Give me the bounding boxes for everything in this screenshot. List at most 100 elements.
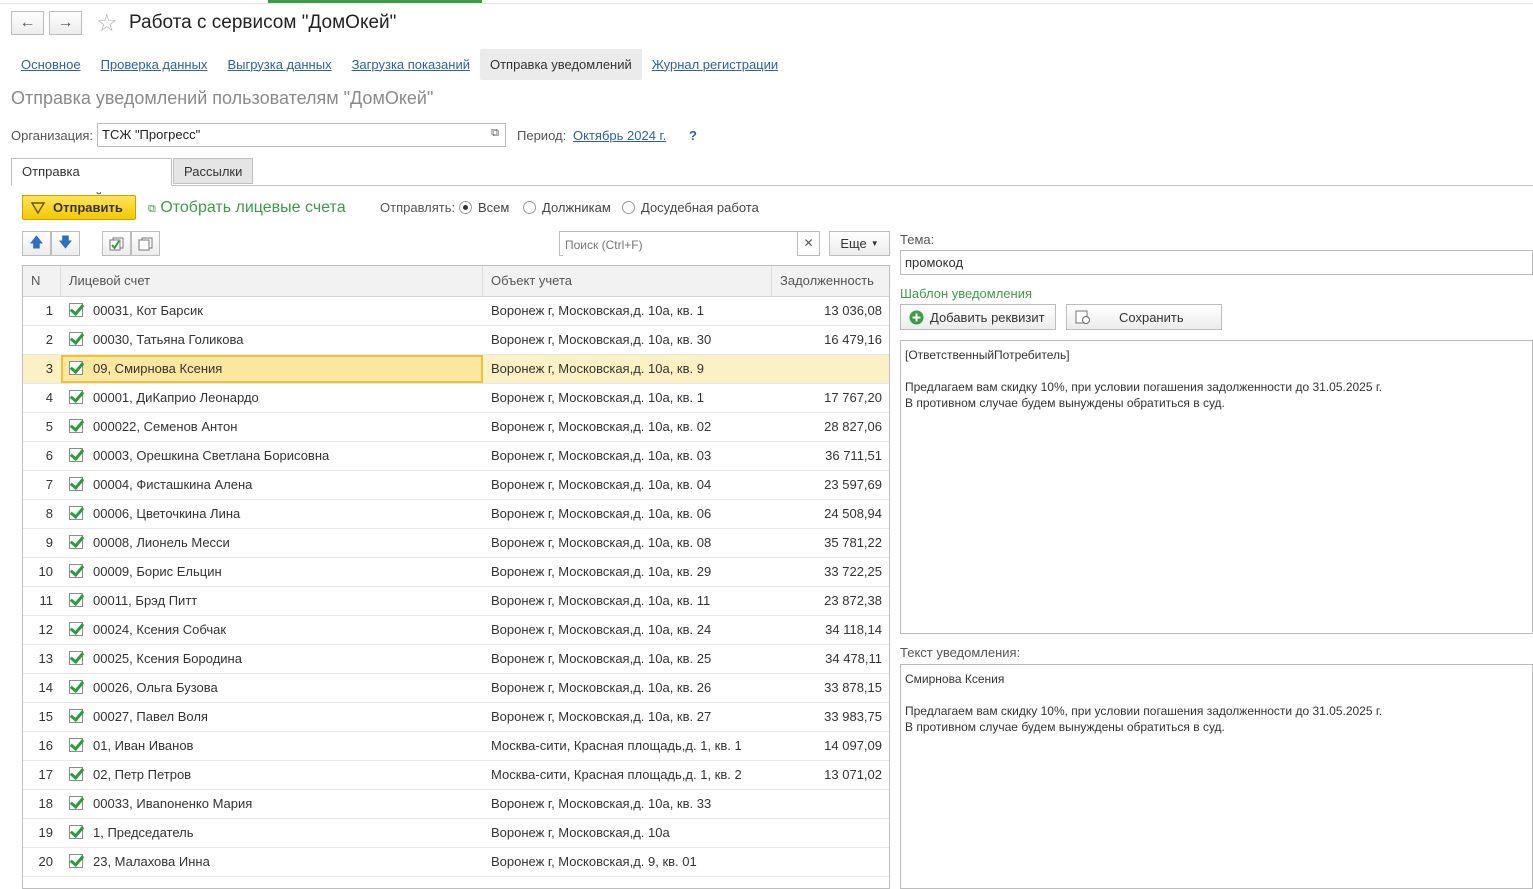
row-checkbox[interactable] [69,535,83,549]
forward-button[interactable]: → [49,11,82,35]
link-data-export[interactable]: Выгрузка данных [227,57,331,72]
move-down-button[interactable]: 🡇 [51,231,80,256]
account-cell[interactable]: 01, Иван Иванов [61,732,483,760]
check-all-button[interactable] [102,231,131,256]
table-row[interactable]: 15 00027, Павел Воля Воронеж г, Московская… [23,703,889,732]
table-row[interactable]: 11 00011, Брэд Питт Воронеж г, Московская,… [23,587,889,616]
table-row[interactable]: 10 00009, Борис Ельцин Воронеж г, Московск… [23,558,889,587]
account-cell[interactable]: 00027, Павел Воля [61,703,483,731]
radio-pretrial[interactable]: Досудебная работа [622,200,759,215]
account-cell[interactable]: 00033, Ивanoненко Мария [61,790,483,818]
link-main[interactable]: Основное [21,57,81,72]
radio-debtors[interactable]: Должникам [523,200,611,215]
row-checkbox[interactable] [69,738,83,752]
add-requisite-button[interactable]: Добавить реквизит [900,304,1056,330]
search-field[interactable]: ✕ [559,231,820,256]
account-cell[interactable]: 00031, Кот Барсик [61,297,483,325]
account-cell[interactable]: 1, Председатель [61,819,483,847]
account-cell[interactable]: 00030, Татьяна Голикова [61,326,483,354]
link-readings-import[interactable]: Загрузка показаний [352,57,470,72]
table-row[interactable]: 8 00006, Цветочкина Лина Воронеж г, Москов… [23,500,889,529]
uncheck-all-button[interactable] [131,231,160,256]
table-row[interactable]: 3 09, Смирнова Ксения Воронеж г, Московска… [23,355,889,384]
table-row[interactable]: 5 000022, Семенов Антон Воронеж г, Московс… [23,413,889,442]
radio-all[interactable]: Всем [459,200,509,215]
col-debt[interactable]: Задолженность [772,266,889,296]
row-checkbox[interactable] [69,680,83,694]
account-cell[interactable]: 23, Малахова Инна [61,848,483,876]
back-button[interactable]: ← [11,11,44,35]
table-row[interactable]: 9 00008, Лионель Месси Воронеж г, Московск… [23,529,889,558]
row-checkbox[interactable] [69,709,83,723]
search-input[interactable] [563,233,797,256]
favorite-star-icon[interactable]: ☆ [96,9,118,38]
account-cell[interactable]: 02, Петр Петров [61,761,483,789]
account-cell[interactable]: 09, Смирнова Ксения [61,355,483,383]
account-cell[interactable]: 00001, ДиКаприо Леонардо [61,384,483,412]
row-checkbox[interactable] [69,419,83,433]
accounts-table[interactable]: N Лицевой счет Объект учета Задолженност… [22,265,890,889]
send-button[interactable]: Отправить [22,195,136,220]
row-checkbox[interactable] [69,303,83,317]
tab-send-notifications[interactable]: Отправка уведомлений [11,158,172,205]
row-checkbox[interactable] [69,506,83,520]
row-checkbox[interactable] [69,796,83,810]
row-checkbox[interactable] [69,448,83,462]
account-cell[interactable]: 000022, Семенов Антон [61,413,483,441]
more-button[interactable]: Еще ▼ [829,231,890,256]
table-row[interactable]: 2 00030, Татьяна Голикова Воронеж г, Моско… [23,326,889,355]
table-row[interactable]: 19 1, Председатель Воронеж г, Московская,д… [23,819,889,848]
save-label: Сохранить [1119,309,1184,325]
table-row[interactable]: 13 00025, Ксения Бородина Воронеж г, Моско… [23,645,889,674]
table-row[interactable]: 1 00031, Кот Барсик Воронеж г, Московская,… [23,297,889,326]
account-cell[interactable]: 00009, Борис Ельцин [61,558,483,586]
table-row[interactable]: 12 00024, Ксения Собчак Воронеж г, Московс… [23,616,889,645]
open-icon[interactable]: ⧉ [487,127,503,143]
debt-cell: 33 878,15 [824,680,882,695]
link-notifications-active[interactable]: Отправка уведомлений [479,48,642,80]
row-checkbox[interactable] [69,332,83,346]
row-checkbox[interactable] [69,477,83,491]
save-button[interactable]: Сохранить [1066,304,1222,330]
row-checkbox[interactable] [69,564,83,578]
topic-field[interactable]: промокод [900,250,1533,275]
row-checkbox[interactable] [69,767,83,781]
template-text-area[interactable]: [ОтветственныйПотребитель] Предлагаем ва… [900,340,1533,634]
account-cell[interactable]: 00006, Цветочкина Лина [61,500,483,528]
row-checkbox[interactable] [69,390,83,404]
table-row[interactable]: 6 00003, Орешкина Светлана Борисовна Ворон… [23,442,889,471]
row-checkbox[interactable] [69,825,83,839]
account-cell[interactable]: 00025, Ксения Бородина [61,645,483,673]
account-cell[interactable]: 00004, Фисташкина Алена [61,471,483,499]
row-checkbox[interactable] [69,651,83,665]
col-account[interactable]: Лицевой счет [61,266,483,296]
link-data-check[interactable]: Проверка данных [101,57,208,72]
link-log[interactable]: Журнал регистрации [652,57,778,72]
account-cell[interactable]: 00008, Лионель Месси [61,529,483,557]
account-cell[interactable]: 00003, Орешкина Светлана Борисовна [61,442,483,470]
table-row[interactable]: 14 00026, Ольга Бузова Воронеж г, Московск… [23,674,889,703]
table-row[interactable]: 18 00033, Ивanoненко Мария Воронеж г, Моск… [23,790,889,819]
row-checkbox[interactable] [69,854,83,868]
table-row[interactable]: 7 00004, Фисташкина Алена Воронеж г, Моско… [23,471,889,500]
row-checkbox[interactable] [69,361,83,375]
filter-accounts-link[interactable]: ⧉ Отобрать лицевые счета [148,199,346,217]
table-row[interactable]: 17 02, Петр Петров Москва-сити, Красная пл… [23,761,889,790]
org-field[interactable]: ТСЖ "Прогресс" ⧉ [97,123,506,147]
account-cell[interactable]: 00011, Брэд Питт [61,587,483,615]
col-n[interactable]: N [23,266,61,296]
clear-search-icon[interactable]: ✕ [797,232,819,255]
row-checkbox[interactable] [69,622,83,636]
account-cell[interactable]: 00024, Ксения Собчак [61,616,483,644]
tab-mailings[interactable]: Рассылки [173,158,253,184]
help-icon[interactable]: ? [689,128,697,143]
account-cell[interactable]: 00026, Ольга Бузова [61,674,483,702]
table-row[interactable]: 16 01, Иван Иванов Москва-сити, Красная пл… [23,732,889,761]
col-object[interactable]: Объект учета [483,266,772,296]
table-row[interactable]: 20 23, Малахова Инна Воронеж г, Московская… [23,848,889,877]
notification-text-area[interactable]: Смирнова Ксения Предлагаем вам скидку 10… [900,664,1533,889]
move-up-button[interactable]: 🡅 [22,231,51,256]
table-row[interactable]: 4 00001, ДиКаприо Леонардо Воронеж г, Моск… [23,384,889,413]
period-link[interactable]: Октябрь 2024 г. [573,128,666,143]
row-checkbox[interactable] [69,593,83,607]
